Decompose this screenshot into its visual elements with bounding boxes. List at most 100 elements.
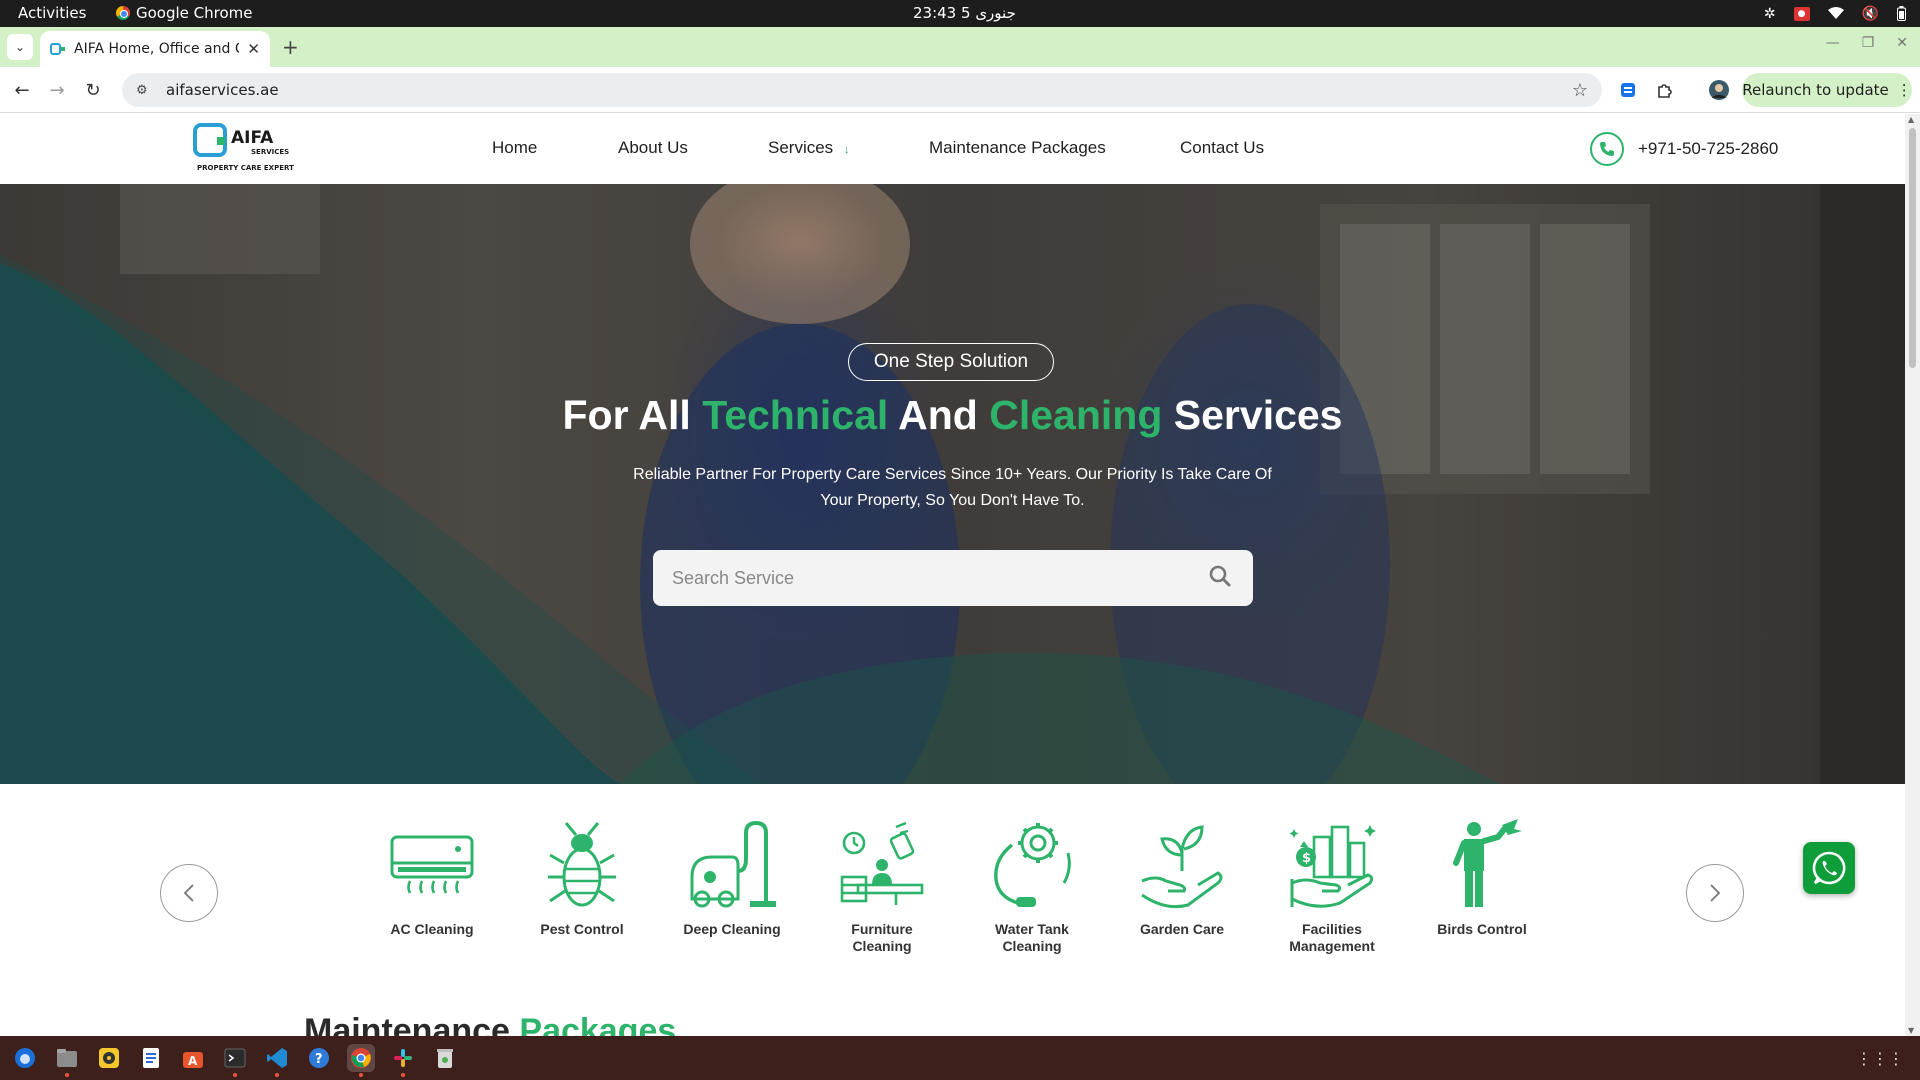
chevron-left-icon [183,884,194,902]
web-viewport: AIFA SERVICES PROPERTY CARE EXPERT Home … [0,114,1905,1036]
forward-arrow-icon[interactable]: → [44,77,70,103]
extension-icon[interactable] [1615,77,1641,103]
headline-highlight-technical: Technical [702,392,889,438]
minimize-icon[interactable]: — [1826,35,1840,51]
thunderbird-icon[interactable] [11,1044,39,1072]
software-center-icon[interactable]: A [179,1044,207,1072]
system-tray[interactable]: ✲ ● 🔇 [1764,3,1906,24]
show-apps-grid-icon[interactable]: ⋮⋮⋮ [1856,1049,1904,1068]
service-item-water-tank-cleaning[interactable]: Water Tank Cleaning [957,819,1107,955]
more-vert-icon: ⋮ [1896,81,1912,99]
service-label: Pest Control [540,921,624,937]
svg-text:$: $ [1302,851,1311,866]
service-label: Furniture Cleaning [851,921,913,954]
service-label: Facilities Management [1289,921,1375,954]
activities-button[interactable]: Activities [18,4,86,22]
bookmark-star-icon[interactable]: ☆ [1572,80,1588,101]
running-indicator [233,1073,237,1077]
headline-part-3: Services [1162,392,1343,438]
service-label: AC Cleaning [390,921,474,937]
app-menu-label: Google Chrome [136,4,253,22]
service-search-bar [653,550,1253,606]
service-item-birds-control[interactable]: Birds Control [1407,819,1557,938]
carousel-prev-button[interactable] [160,864,218,922]
running-indicator [359,1073,363,1077]
volume-muted-icon[interactable]: 🔇 [1862,6,1879,22]
hero-banner: One Step Solution For All Technical And … [0,184,1905,784]
running-indicator [275,1073,279,1077]
water-tank-icon [994,823,1071,907]
service-item-pest-control[interactable]: Pest Control [507,819,657,938]
svg-text:?: ? [315,1052,323,1067]
maximize-icon[interactable]: ❐ [1862,35,1875,51]
relaunch-update-button[interactable]: Relaunch to update ⋮ [1742,73,1912,107]
os-taskbar: A ? ⋮⋮⋮ [0,1036,1920,1080]
svg-text:A: A [188,1054,198,1068]
os-top-bar: Activities Google Chrome 23:43 5 جنوری ✲… [0,0,1920,27]
service-label: Garden Care [1139,921,1225,937]
services-carousel: AC Cleaning Pest Control Deep Cleaning F… [0,784,1905,984]
browser-tab[interactable]: AIFA Home, Office and C ✕ [40,31,270,67]
nav-contact[interactable]: Contact Us [1180,138,1264,158]
app-menu[interactable]: Google Chrome [116,4,253,22]
service-item-deep-cleaning[interactable]: Deep Cleaning [657,819,807,938]
trash-icon[interactable] [431,1044,459,1072]
service-item-garden-care[interactable]: Garden Care [1107,819,1257,938]
page-scrollbar[interactable]: ▲ ▼ [1905,114,1920,1036]
close-window-icon[interactable]: ✕ [1896,35,1908,51]
browser-toolbar: ← → ↻ ⚙ aifaservices.ae ☆ Relaunch to up… [0,67,1920,113]
service-label: Deep Cleaning [683,921,781,937]
window-controls: — ❐ ✕ [1826,35,1908,51]
slack-tray-icon[interactable]: ✲ [1764,6,1776,22]
slack-icon[interactable] [389,1044,417,1077]
vscode-icon[interactable] [263,1044,291,1077]
service-item-ac-cleaning[interactable]: AC Cleaning [357,819,507,938]
headline-part-2: And [888,392,990,438]
address-bar[interactable]: ⚙ aifaservices.ae ☆ [122,73,1602,107]
service-item-facilities-management[interactable]: $ Facilities Management [1257,819,1407,955]
service-search-input[interactable] [672,567,1209,589]
record-tray-icon[interactable]: ● [1793,6,1810,21]
site-header: AIFA SERVICES PROPERTY CARE EXPERT Home … [0,114,1905,184]
search-icon[interactable] [1209,565,1231,591]
nav-about[interactable]: About Us [618,138,688,158]
chrome-taskbar-icon[interactable] [347,1044,375,1077]
heading-part-1: Maintenance [304,1012,520,1036]
site-info-icon[interactable]: ⚙ [136,83,154,98]
wifi-icon[interactable] [1827,7,1844,20]
whatsapp-button[interactable] [1803,842,1855,894]
new-tab-button[interactable]: + [282,35,299,59]
tab-search-button[interactable]: ⌄ [7,34,33,60]
nav-home[interactable]: Home [492,138,537,158]
writer-icon[interactable] [137,1044,165,1072]
phone-number: +971-50-725-2860 [1638,139,1779,158]
nav-services[interactable]: Services ↓ [768,138,850,158]
profile-avatar[interactable] [1706,77,1732,103]
rhythmbox-icon[interactable] [95,1044,123,1072]
nav-maintenance-packages[interactable]: Maintenance Packages [929,138,1106,158]
bird-control-icon [1453,819,1522,907]
terminal-icon[interactable] [221,1044,249,1077]
scroll-up-icon[interactable]: ▲ [1908,115,1914,124]
tab-close-icon[interactable]: ✕ [247,40,260,58]
headline-part-1: For All [562,392,703,438]
scrollbar-thumb[interactable] [1909,128,1916,368]
maintenance-packages-heading: Maintenance Packages [304,1012,676,1036]
chrome-icon [116,6,130,20]
back-arrow-icon[interactable]: ← [9,77,35,103]
extensions-puzzle-icon[interactable] [1652,77,1678,103]
phone-contact[interactable]: +971-50-725-2860 [1590,132,1778,166]
clock[interactable]: 23:43 5 جنوری [913,4,1016,22]
scroll-down-icon[interactable]: ▼ [1908,1026,1914,1035]
url-text[interactable]: aifaservices.ae [166,81,1572,99]
carousel-next-button[interactable] [1686,864,1744,922]
files-icon[interactable] [53,1044,81,1077]
relaunch-label: Relaunch to update [1742,81,1889,99]
service-item-furniture-cleaning[interactable]: Furniture Cleaning [807,819,957,955]
help-icon[interactable]: ? [305,1044,333,1072]
battery-icon[interactable] [1897,6,1906,21]
chevron-right-icon [1710,884,1721,902]
vacuum-icon [690,820,776,908]
reload-icon[interactable]: ↻ [80,77,106,103]
tab-title: AIFA Home, Office and C [74,41,240,57]
